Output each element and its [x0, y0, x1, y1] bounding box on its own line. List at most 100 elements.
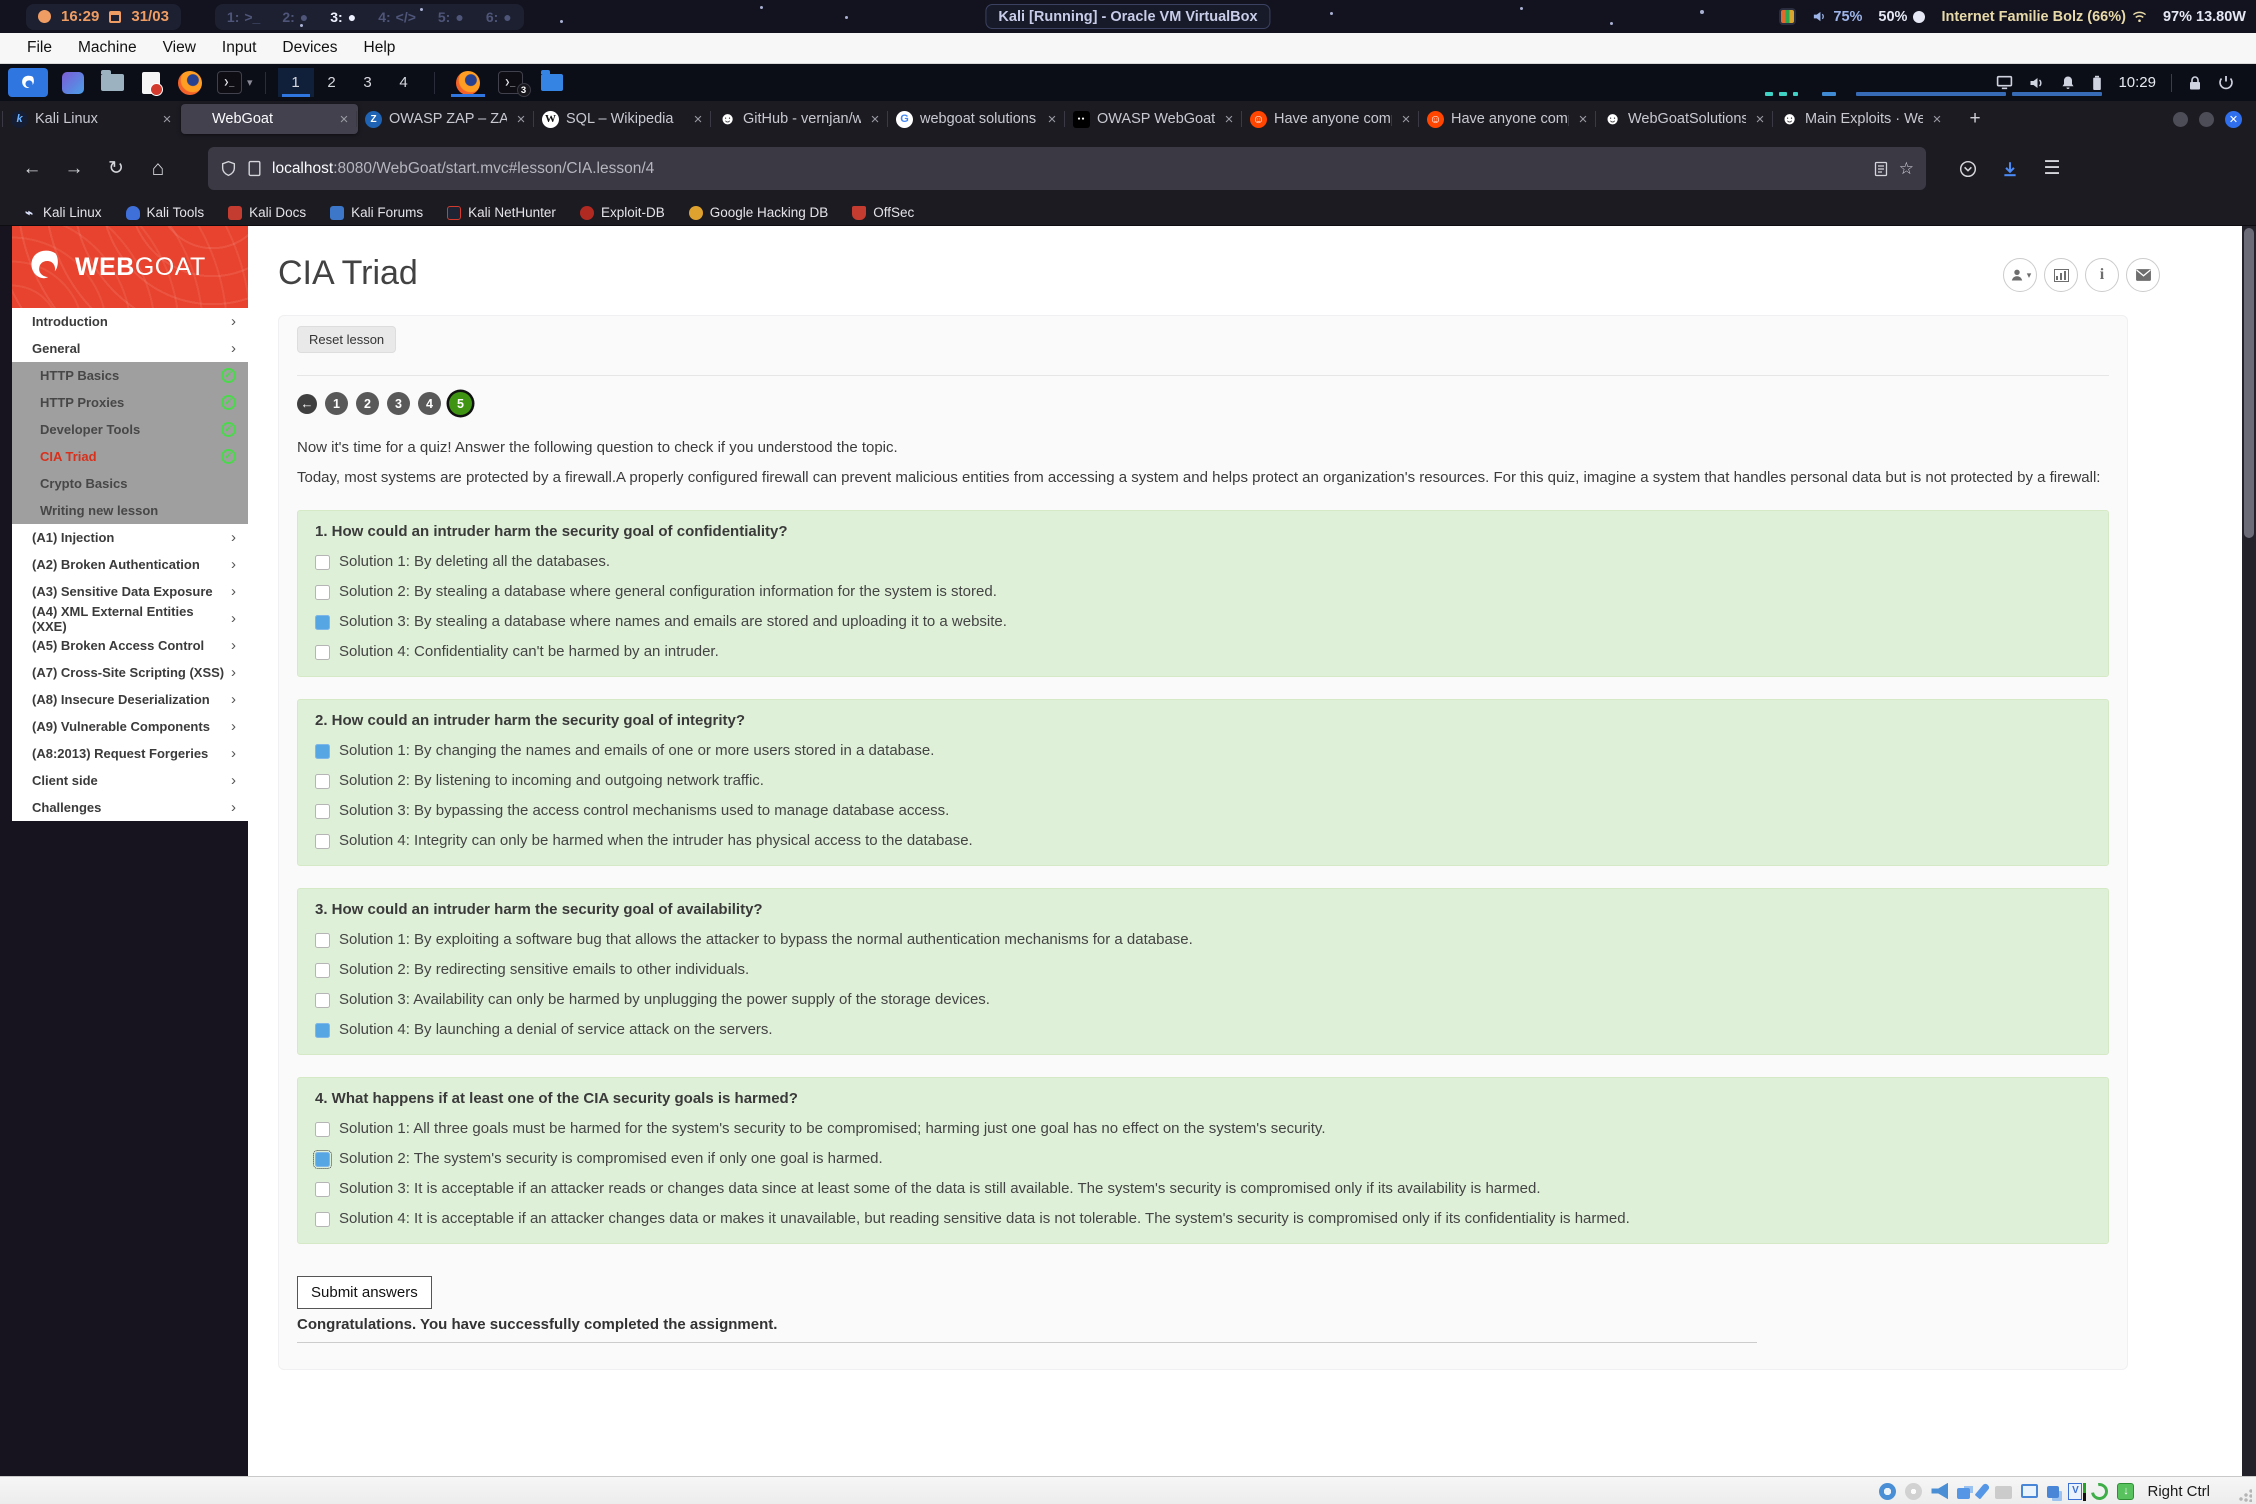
- resize-grip[interactable]: [2238, 1488, 2252, 1502]
- browser-tab[interactable]: Kali Linux: [4, 104, 181, 134]
- file-manager-launcher[interactable]: [98, 68, 126, 97]
- page-info-icon[interactable]: [247, 160, 262, 177]
- quiz-option-row[interactable]: Solution 3: By stealing a database where…: [315, 612, 2091, 632]
- sidebar-item[interactable]: (A8:2013) Request Forgeries: [12, 740, 248, 767]
- page-scrollbar[interactable]: [2242, 226, 2256, 1476]
- quiz-option-row[interactable]: Solution 4: It is acceptable if an attac…: [315, 1209, 2091, 1229]
- checkbox[interactable]: [315, 1122, 330, 1137]
- sidebar-item[interactable]: (A1) Injection: [12, 524, 248, 551]
- clock-widget[interactable]: 16:29 31/03: [26, 4, 181, 30]
- running-terminal-window[interactable]: 3: [489, 68, 532, 97]
- browser-tab[interactable]: GitHub - vernjan/we: [712, 104, 889, 134]
- browser-tab[interactable]: OWASP WebGoat: G: [1066, 104, 1243, 134]
- quiz-option-row[interactable]: Solution 3: Availability can only be har…: [315, 990, 2091, 1010]
- host-workspace[interactable]: 5: ●: [438, 9, 464, 25]
- vbox-status-icon[interactable]: [2021, 1484, 2038, 1498]
- quiz-option-row[interactable]: Solution 1: By deleting all the database…: [315, 552, 2091, 572]
- sidebar-item[interactable]: Challenges: [12, 794, 248, 821]
- user-menu-button[interactable]: [2003, 258, 2037, 292]
- menu-item[interactable]: Devices: [271, 36, 348, 60]
- checkbox[interactable]: [315, 645, 330, 660]
- checkbox[interactable]: [315, 993, 330, 1008]
- bookmark-item[interactable]: Kali Docs: [228, 205, 306, 220]
- back-button[interactable]: [14, 151, 50, 187]
- quiz-option-row[interactable]: Solution 1: All three goals must be harm…: [315, 1119, 2091, 1139]
- reload-button[interactable]: [98, 151, 134, 187]
- tab-close-icon[interactable]: [160, 111, 174, 128]
- tab-close-icon[interactable]: [1222, 111, 1236, 128]
- checkbox[interactable]: [315, 774, 330, 789]
- tab-close-icon[interactable]: [1753, 111, 1767, 128]
- pagination-page-button[interactable]: 5: [449, 392, 472, 415]
- checkbox[interactable]: [315, 744, 330, 759]
- close-button[interactable]: [2225, 111, 2242, 128]
- workspace-button[interactable]: 4: [386, 68, 422, 97]
- quiz-option-row[interactable]: Solution 1: By exploiting a software bug…: [315, 930, 2091, 950]
- speaker-tray-icon[interactable]: [2028, 75, 2045, 91]
- quiz-option-row[interactable]: Solution 2: The system's security is com…: [315, 1149, 2091, 1169]
- running-files-window[interactable]: [532, 68, 572, 97]
- checkbox[interactable]: [315, 1182, 330, 1197]
- maximize-button[interactable]: [2199, 112, 2214, 127]
- vbox-status-icon[interactable]: [1975, 1483, 1991, 1500]
- workspace-button[interactable]: 2: [314, 68, 350, 97]
- browser-tab[interactable]: webgoat solutions -: [889, 104, 1066, 134]
- bookmark-star-icon[interactable]: [1899, 159, 1914, 179]
- lock-screen-icon[interactable]: [2187, 75, 2203, 91]
- vbox-status-icon[interactable]: [2117, 1483, 2134, 1500]
- tab-close-icon[interactable]: [337, 111, 351, 128]
- bookmark-item[interactable]: Google Hacking DB: [689, 205, 829, 220]
- vbox-status-icon[interactable]: [2068, 1483, 2082, 1500]
- report-card-button[interactable]: [2044, 258, 2078, 292]
- sidebar-item[interactable]: (A5) Broken Access Control: [12, 632, 248, 659]
- pagination-page-button[interactable]: 2: [356, 392, 379, 415]
- sidebar-item[interactable]: Introduction: [12, 308, 248, 335]
- network-widget[interactable]: Internet Familie Bolz (66%): [1941, 9, 2147, 25]
- tracking-shield-icon[interactable]: [220, 160, 237, 177]
- quiz-option-row[interactable]: Solution 4: Confidentiality can't be har…: [315, 642, 2091, 662]
- menu-item[interactable]: Help: [353, 36, 407, 60]
- workspace-button[interactable]: 1: [278, 68, 314, 97]
- pagination-page-button[interactable]: 1: [325, 392, 348, 415]
- launcher-dropdown-caret[interactable]: [247, 76, 253, 89]
- scrollbar-thumb[interactable]: [2244, 228, 2254, 538]
- sidebar-item[interactable]: CIA Triad: [12, 443, 248, 470]
- sidebar-item[interactable]: Crypto Basics: [12, 470, 248, 497]
- host-workspaces[interactable]: 1: >_ 2: ● 3: ● 4: </> 5: ●: [215, 4, 524, 30]
- minimize-button[interactable]: [2173, 112, 2188, 127]
- taskbar-clock[interactable]: 10:29: [2118, 74, 2156, 91]
- sidebar-item[interactable]: Client side: [12, 767, 248, 794]
- checkbox[interactable]: [315, 555, 330, 570]
- pagination-page-button[interactable]: 4: [418, 392, 441, 415]
- checkbox[interactable]: [315, 615, 330, 630]
- sidebar-item[interactable]: (A3) Sensitive Data Exposure: [12, 578, 248, 605]
- sidebar-item[interactable]: HTTP Proxies: [12, 389, 248, 416]
- hamburger-menu-icon[interactable]: [2034, 151, 2070, 187]
- bookmark-item[interactable]: Kali NetHunter: [447, 205, 556, 220]
- checkbox[interactable]: [315, 834, 330, 849]
- quiz-option-row[interactable]: Solution 4: Integrity can only be harmed…: [315, 831, 2091, 851]
- reset-lesson-button[interactable]: Reset lesson: [297, 326, 396, 353]
- tab-close-icon[interactable]: [868, 111, 882, 128]
- sidebar-item[interactable]: (A2) Broken Authentication: [12, 551, 248, 578]
- vbox-status-icon[interactable]: [1905, 1483, 1922, 1500]
- firefox-launcher[interactable]: [176, 68, 204, 97]
- host-workspace[interactable]: 6: ●: [486, 9, 512, 25]
- about-button[interactable]: [2085, 258, 2119, 292]
- tab-close-icon[interactable]: [691, 111, 705, 128]
- bookmark-item[interactable]: Kali Forums: [330, 205, 423, 220]
- sidebar-item[interactable]: General: [12, 335, 248, 362]
- home-button[interactable]: [140, 151, 176, 187]
- downloads-icon[interactable]: [1992, 151, 2028, 187]
- tab-close-icon[interactable]: [514, 111, 528, 128]
- bookmark-item[interactable]: Exploit-DB: [580, 205, 665, 220]
- vbox-status-icon[interactable]: [2047, 1486, 2059, 1498]
- vbox-status-icon[interactable]: [1995, 1486, 2012, 1499]
- checkbox[interactable]: [315, 1023, 330, 1038]
- tab-close-icon[interactable]: [1576, 111, 1590, 128]
- tab-close-icon[interactable]: [1045, 111, 1059, 128]
- pager-launcher[interactable]: [59, 68, 87, 97]
- quiz-option-row[interactable]: Solution 3: It is acceptable if an attac…: [315, 1179, 2091, 1199]
- quiz-option-row[interactable]: Solution 3: By bypassing the access cont…: [315, 801, 2091, 821]
- browser-tab[interactable]: WebGoatSolutions/S: [1597, 104, 1774, 134]
